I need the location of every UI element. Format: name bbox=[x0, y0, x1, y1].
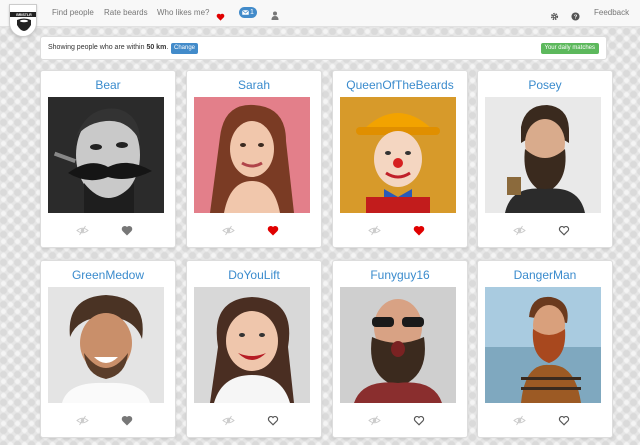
hide-profile-icon[interactable] bbox=[222, 223, 235, 241]
card-actions bbox=[333, 222, 467, 236]
profile-photo[interactable] bbox=[485, 97, 601, 213]
profile-photo[interactable] bbox=[48, 97, 164, 213]
profile-card: Bear bbox=[40, 70, 176, 248]
heart-filled-red-icon[interactable] bbox=[413, 223, 425, 241]
logo-wordmark: BRISTLR bbox=[16, 13, 32, 17]
hide-profile-icon[interactable] bbox=[76, 413, 89, 431]
nav-find-people[interactable]: Find people bbox=[52, 7, 94, 19]
profile-photo[interactable] bbox=[340, 97, 456, 213]
nav-who-likes-me[interactable]: Who likes me? bbox=[157, 7, 209, 19]
card-actions bbox=[478, 412, 612, 426]
profile-name[interactable]: Funyguy16 bbox=[333, 268, 467, 283]
profile-name[interactable]: Sarah bbox=[187, 78, 321, 93]
heart-filled-gray-icon[interactable] bbox=[121, 413, 133, 431]
profile-card: GreenMedow bbox=[40, 260, 176, 438]
profile-photo[interactable] bbox=[48, 287, 164, 403]
profile-name[interactable]: Bear bbox=[41, 78, 175, 93]
card-actions bbox=[187, 412, 321, 426]
card-actions bbox=[41, 412, 175, 426]
profile-name[interactable]: QueenOfTheBeards bbox=[333, 78, 467, 93]
distance-value: 50 km bbox=[146, 44, 167, 51]
profile-photo[interactable] bbox=[485, 287, 601, 403]
profile-name[interactable]: DangerMan bbox=[478, 268, 612, 283]
bristlr-logo[interactable]: BRISTLR bbox=[9, 4, 37, 37]
heart-outline-icon[interactable] bbox=[558, 413, 570, 431]
card-actions bbox=[333, 412, 467, 426]
profile-card: DoYouLift bbox=[186, 260, 322, 438]
heart-filled-red-icon[interactable] bbox=[267, 223, 279, 241]
hide-profile-icon[interactable] bbox=[513, 223, 526, 241]
top-navbar: BRISTLR Find people Rate beards Who like… bbox=[0, 0, 640, 37]
message-count: 1 bbox=[250, 9, 254, 16]
hide-profile-icon[interactable] bbox=[76, 223, 89, 241]
heart-outline-icon[interactable] bbox=[558, 223, 570, 241]
distance-info-text: Showing people who are within 50 km. bbox=[48, 44, 169, 51]
profile-card: Posey bbox=[477, 70, 613, 248]
card-actions bbox=[41, 222, 175, 236]
profile-name[interactable]: Posey bbox=[478, 78, 612, 93]
heart-outline-icon[interactable] bbox=[267, 413, 279, 431]
heart-filled-gray-icon[interactable] bbox=[121, 223, 133, 241]
daily-matches-button[interactable]: Your daily matches bbox=[540, 43, 599, 54]
hide-profile-icon[interactable] bbox=[368, 413, 381, 431]
card-actions bbox=[187, 222, 321, 236]
hide-profile-icon[interactable] bbox=[513, 413, 526, 431]
nav-heart-icon[interactable] bbox=[216, 8, 225, 26]
profile-photo[interactable] bbox=[194, 97, 310, 213]
profile-card: DangerMan bbox=[477, 260, 613, 438]
envelope-icon bbox=[242, 10, 250, 15]
svg-text:?: ? bbox=[574, 15, 578, 21]
user-icon[interactable] bbox=[271, 7, 279, 25]
gear-icon[interactable] bbox=[550, 8, 559, 26]
profile-name[interactable]: GreenMedow bbox=[41, 268, 175, 283]
profile-name[interactable]: DoYouLift bbox=[187, 268, 321, 283]
card-actions bbox=[478, 222, 612, 236]
hide-profile-icon[interactable] bbox=[222, 413, 235, 431]
change-distance-button[interactable]: Change bbox=[171, 43, 199, 54]
help-icon[interactable]: ? bbox=[571, 8, 580, 26]
profile-photo[interactable] bbox=[340, 287, 456, 403]
heart-outline-icon[interactable] bbox=[413, 413, 425, 431]
profile-card: Funyguy16 bbox=[332, 260, 468, 438]
distance-info-bar: Showing people who are within 50 km. Cha… bbox=[40, 36, 607, 60]
profile-photo[interactable] bbox=[194, 287, 310, 403]
profile-card: Sarah bbox=[186, 70, 322, 248]
nav-feedback[interactable]: Feedback bbox=[594, 7, 629, 19]
hide-profile-icon[interactable] bbox=[368, 223, 381, 241]
nav-rate-beards[interactable]: Rate beards bbox=[104, 7, 148, 19]
nav-messages-badge[interactable]: 1 bbox=[239, 7, 257, 18]
profile-card: QueenOfTheBeards bbox=[332, 70, 468, 248]
